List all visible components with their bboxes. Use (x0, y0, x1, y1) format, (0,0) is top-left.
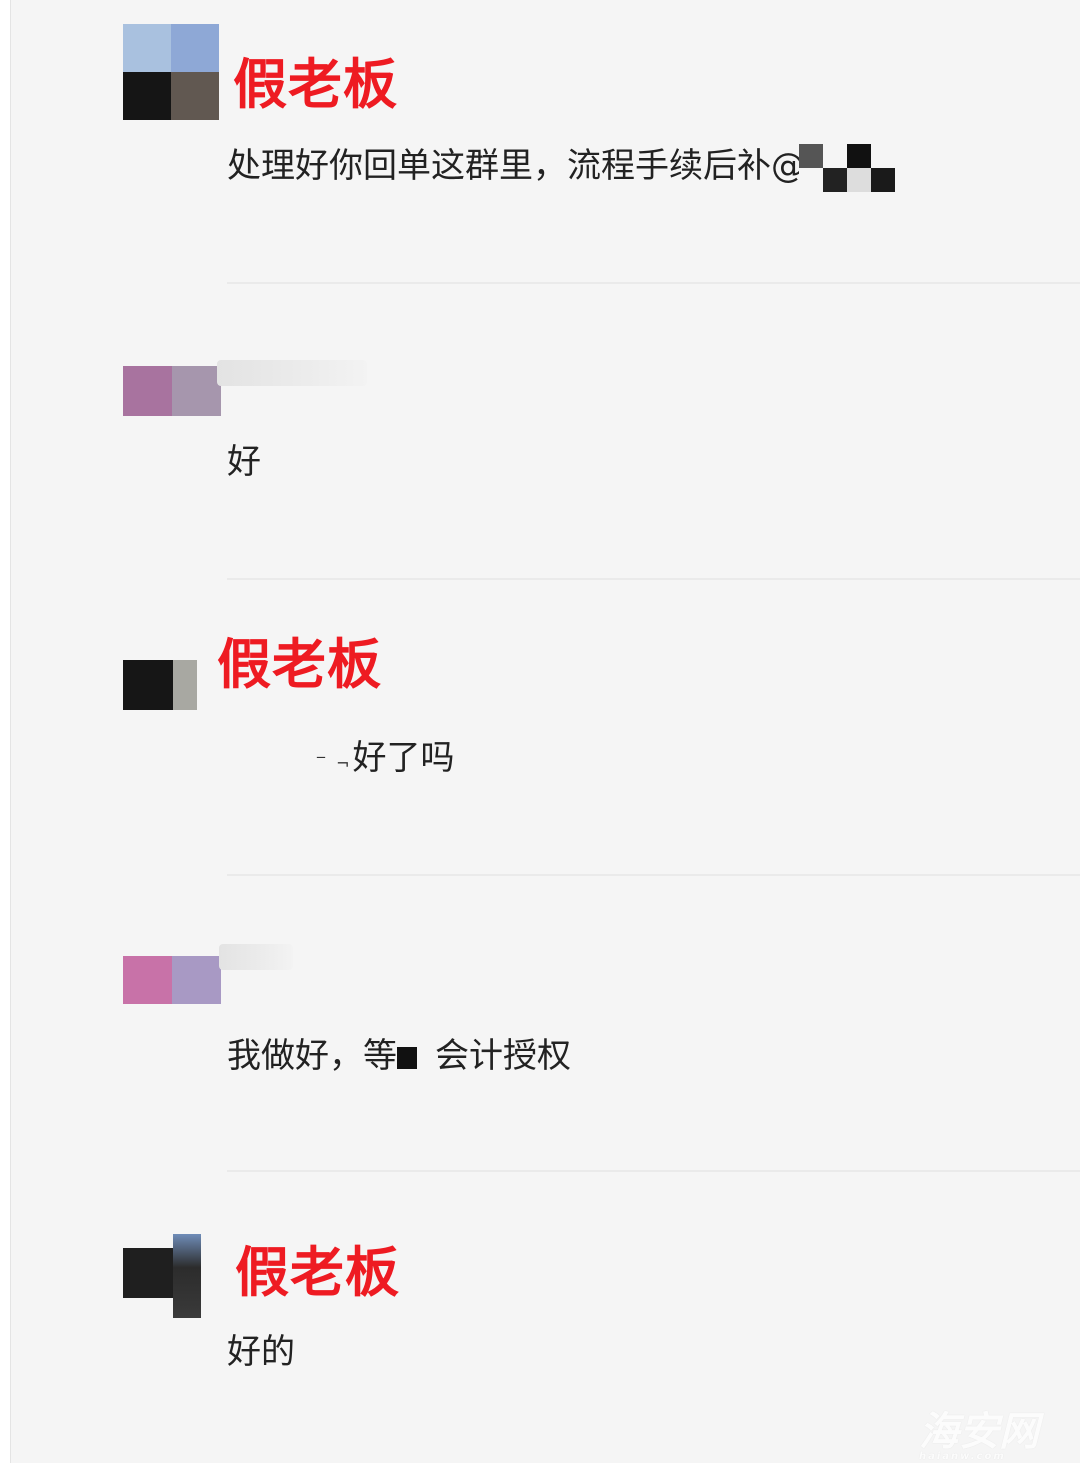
chat-message: 假老板 处理好你回单这群里，流程手续后补@ (11, 0, 1080, 284)
sender-name[interactable]: 假老板 (233, 40, 398, 119)
sender-name-blurred (217, 360, 367, 386)
site-watermark: 海安网 haianw.com (919, 1399, 1059, 1462)
avatar[interactable] (123, 1234, 201, 1318)
message-text[interactable]: 我做好，等 会计授权 (227, 1028, 571, 1077)
sender-name-blurred (219, 944, 293, 970)
message-text-content: 处理好你回单这群里，流程手续后补@ (227, 146, 805, 186)
message-text[interactable]: ‾ ¬好了吗 (317, 730, 455, 779)
chat-panel: 假老板 处理好你回单这群里，流程手续后补@ 好 假老板 ‾ ¬好了吗 我做好，等… (10, 0, 1080, 1463)
avatar[interactable] (123, 956, 221, 1004)
sender-name[interactable]: 假老板 (235, 1228, 400, 1307)
message-text-part: 会计授权 (435, 1036, 571, 1076)
message-text-part: 我做好，等 (227, 1036, 397, 1076)
avatar[interactable] (123, 366, 221, 416)
message-text[interactable]: 处理好你回单这群里，流程手续后补@ (227, 138, 895, 192)
message-text[interactable]: 好的 (227, 1324, 295, 1373)
watermark-main: 海安网 (919, 1409, 1039, 1455)
chat-message: 假老板 ‾ ¬好了吗 (11, 580, 1080, 876)
mention-mosaic (799, 143, 895, 192)
avatar[interactable] (123, 24, 219, 120)
redaction-block (397, 1046, 417, 1069)
avatar[interactable] (123, 660, 197, 710)
sender-name[interactable]: 假老板 (217, 620, 382, 699)
message-text-content: 好了吗 (352, 738, 455, 778)
chat-message: 好 (11, 284, 1080, 580)
message-text[interactable]: 好 (227, 434, 261, 483)
message-text-obscured-prefix: ‾ ¬ (317, 754, 353, 773)
chat-message: 我做好，等 会计授权 (11, 876, 1080, 1172)
